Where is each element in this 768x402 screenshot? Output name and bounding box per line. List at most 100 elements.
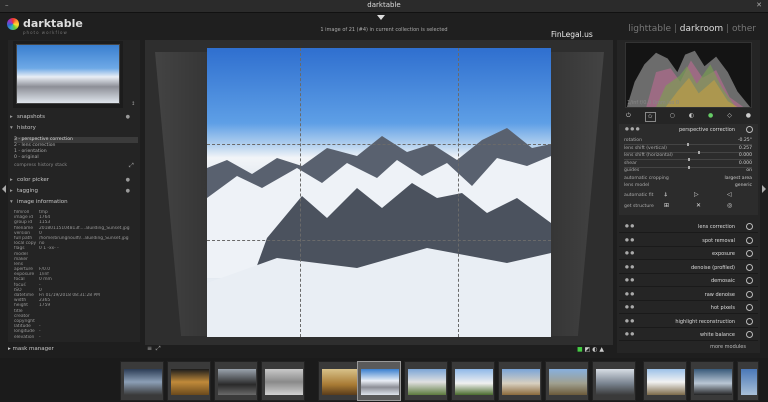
exif-summary: 1/inf f/0.0 0mm iso 0 <box>627 100 680 106</box>
filmstrip-thumbnail[interactable] <box>737 361 759 401</box>
module-controls-icon[interactable]: ● ● <box>625 265 634 270</box>
structure-icon[interactable]: ⊞ <box>664 202 669 209</box>
control-value: largest area <box>724 175 752 181</box>
dropdown[interactable]: guides on <box>624 168 752 175</box>
gear-icon[interactable]: ● <box>746 112 751 122</box>
module-icon[interactable] <box>746 290 753 298</box>
section-snapshots[interactable]: ▸ snapshots ● <box>10 112 130 122</box>
view-other[interactable]: other <box>732 24 756 34</box>
module-power-icon[interactable] <box>746 126 753 133</box>
module-header[interactable]: ● ● hot pixels <box>619 302 758 314</box>
collapse-left-panel-icon[interactable] <box>2 185 6 193</box>
filmstrip-thumbnail[interactable] <box>261 361 305 401</box>
module-controls-icon[interactable]: ● ● <box>625 332 634 337</box>
section-mask-manager[interactable]: ▸ mask manager <box>8 346 54 352</box>
star-icon[interactable]: ✩ <box>644 112 656 122</box>
quick-access-icon[interactable]: ≡ <box>147 345 152 352</box>
filmstrip-thumbnail[interactable] <box>592 361 636 401</box>
section-image-information[interactable]: ▾ image information <box>10 197 130 207</box>
module-controls-icon[interactable]: ● ● <box>625 305 634 310</box>
styles-icon[interactable]: ⤢ <box>156 345 161 352</box>
thumbnail-image <box>218 369 256 395</box>
close-icon[interactable]: ✕ <box>756 1 762 9</box>
module-controls-icon[interactable]: ● ● ● <box>625 127 640 132</box>
module-controls-icon[interactable]: ● ● <box>625 278 634 283</box>
filmstrip-thumbnail[interactable] <box>357 361 401 401</box>
softproof-icon[interactable]: ■ <box>577 346 583 353</box>
raw-overexposed-icon[interactable]: ▲ <box>599 346 604 353</box>
reset-icon[interactable]: ● <box>126 186 130 196</box>
slider[interactable]: lens shift (horizontal) 0.000 <box>624 153 752 161</box>
module-controls-icon[interactable]: ● ● <box>625 319 634 324</box>
window-menu-icon[interactable]: – <box>5 1 9 9</box>
module-icon[interactable] <box>746 223 753 230</box>
overexposed-icon[interactable]: ◐ <box>592 346 597 353</box>
filmstrip-thumbnail[interactable] <box>120 361 164 401</box>
filmstrip-thumbnail[interactable] <box>404 361 448 401</box>
histogram[interactable] <box>625 42 752 108</box>
slider[interactable]: rotation -0.25° <box>624 138 752 146</box>
thumbnail-image <box>647 369 685 395</box>
module-header[interactable]: ● ● white balance <box>619 329 758 341</box>
clear-structure-icon[interactable]: ✕ <box>696 202 701 209</box>
view-darkroom[interactable]: darkroom <box>680 24 723 34</box>
history-item[interactable]: 0 - original <box>14 155 138 161</box>
module-header[interactable]: ● ● raw denoise <box>619 289 758 301</box>
create-style-icon[interactable]: ⤢ <box>129 162 134 170</box>
module-icon[interactable] <box>746 236 753 244</box>
module-header[interactable]: ● ● denoise (profiled) <box>619 262 758 274</box>
drop-icon[interactable]: ◇ <box>727 112 732 122</box>
filmstrip-thumbnail[interactable] <box>498 361 542 401</box>
info-row: elevation - <box>14 335 138 340</box>
navigation-thumbnail[interactable] <box>16 44 120 104</box>
filmstrip-thumbnail[interactable] <box>690 361 734 401</box>
dropdown[interactable]: lens model generic <box>624 183 752 190</box>
filmstrip-thumbnail[interactable] <box>643 361 687 401</box>
display-structure-icon[interactable]: ◎ <box>727 202 732 209</box>
module-icon[interactable] <box>746 331 753 338</box>
collapse-top-panel-icon[interactable] <box>377 15 385 20</box>
view-lighttable[interactable]: lighttable <box>628 24 671 34</box>
filmstrip-thumbnail[interactable] <box>167 361 211 401</box>
dropdown[interactable]: automatic cropping largest area <box>624 176 752 183</box>
module-icon[interactable] <box>746 304 753 311</box>
module-header[interactable]: ● ● highlight reconstruction <box>619 316 758 328</box>
module-controls-icon[interactable]: ● ● <box>625 224 634 229</box>
filmstrip-thumbnail[interactable] <box>214 361 258 401</box>
window-titlebar: darktable – ✕ <box>0 0 768 13</box>
gamut-check-icon[interactable]: ◩ <box>585 346 591 353</box>
reset-icon[interactable]: ● <box>126 112 130 122</box>
module-icon[interactable] <box>746 263 753 271</box>
collapse-right-panel-icon[interactable] <box>762 185 766 193</box>
more-modules[interactable]: more modules <box>619 342 758 352</box>
module-header[interactable]: ● ● demosaic <box>619 275 758 287</box>
module-header[interactable]: ● ● exposure <box>619 248 758 260</box>
module-header[interactable]: ● ● lens correction <box>619 221 758 233</box>
slider[interactable]: shear 0.000 <box>624 161 752 169</box>
fit-vertical-icon[interactable]: ⍋ <box>664 191 668 199</box>
filmstrip-thumbnail[interactable] <box>318 361 362 401</box>
module-controls-icon[interactable]: ● ● <box>625 292 634 297</box>
color-icon[interactable]: ● <box>708 112 713 122</box>
section-history[interactable]: ▾ history <box>10 123 130 133</box>
fit-horizontal-icon[interactable]: ▷ <box>694 191 699 198</box>
filmstrip-thumbnail[interactable] <box>451 361 495 401</box>
slider[interactable]: lens shift (vertical) 0.257 <box>624 146 752 154</box>
filmstrip-thumbnail[interactable] <box>545 361 589 401</box>
power-icon[interactable]: ⏻ <box>626 112 631 122</box>
module-icon[interactable] <box>746 277 753 284</box>
reset-icon[interactable]: ● <box>126 175 130 185</box>
zoom-toggle-icon[interactable]: ↕ <box>131 101 135 107</box>
module-icon[interactable] <box>746 250 753 257</box>
module-controls-icon[interactable]: ● ● <box>625 238 634 243</box>
module-icon[interactable] <box>746 317 753 325</box>
section-color-picker[interactable]: ▸ color picker ● <box>10 175 130 185</box>
compress-history-button[interactable]: compress history stack <box>14 163 67 168</box>
circle-icon[interactable]: ○ <box>670 112 675 122</box>
section-tagging[interactable]: ▸ tagging ● <box>10 186 130 196</box>
module-controls-icon[interactable]: ● ● <box>625 251 634 256</box>
half-circle-icon[interactable]: ◐ <box>689 112 694 122</box>
fit-both-icon[interactable]: ◁ <box>727 191 732 198</box>
module-header[interactable]: ● ● spot removal <box>619 235 758 247</box>
view-switcher: lighttable | darkroom | other <box>628 24 756 34</box>
